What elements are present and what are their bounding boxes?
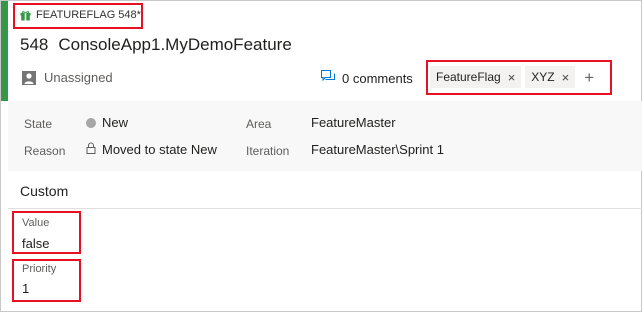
work-item-id: 548 bbox=[20, 35, 49, 54]
state-value: New bbox=[102, 115, 129, 130]
iteration-value[interactable]: FeatureMaster\Sprint 1 bbox=[311, 142, 444, 157]
state-dot-icon bbox=[86, 118, 96, 128]
reason-label: Reason bbox=[24, 144, 66, 158]
custom-section-title[interactable]: Custom bbox=[20, 183, 68, 199]
area-label: Area bbox=[246, 117, 272, 131]
highlight-box-priority bbox=[12, 259, 81, 302]
state-label: State bbox=[24, 117, 53, 131]
assigned-to-value: Unassigned bbox=[44, 70, 113, 85]
assigned-to-control[interactable]: Unassigned bbox=[22, 70, 113, 85]
area-value[interactable]: FeatureMaster bbox=[311, 115, 396, 130]
work-item-title[interactable]: 548 ConsoleApp1.MyDemoFeature bbox=[20, 35, 292, 55]
highlight-box-tags bbox=[426, 60, 612, 95]
state-field[interactable]: New bbox=[86, 115, 128, 130]
work-item-form: FEATUREFLAG 548* 548 ConsoleApp1.MyDemoFe… bbox=[0, 0, 642, 312]
comments-link[interactable]: 0 comments bbox=[321, 70, 413, 86]
work-item-type-color-bar bbox=[1, 1, 8, 101]
section-divider bbox=[8, 208, 642, 209]
person-icon bbox=[22, 70, 36, 85]
reason-value: Moved to state New bbox=[102, 142, 217, 157]
highlight-box-value bbox=[12, 211, 81, 254]
iteration-label: Iteration bbox=[246, 144, 290, 158]
lock-icon bbox=[86, 142, 96, 157]
highlight-box-type bbox=[13, 3, 143, 29]
work-item-title-text[interactable]: ConsoleApp1.MyDemoFeature bbox=[58, 35, 291, 54]
reason-field[interactable]: Moved to state New bbox=[86, 142, 217, 157]
comments-count: 0 comments bbox=[342, 70, 413, 86]
comment-icon bbox=[321, 70, 335, 86]
details-panel bbox=[8, 101, 642, 171]
